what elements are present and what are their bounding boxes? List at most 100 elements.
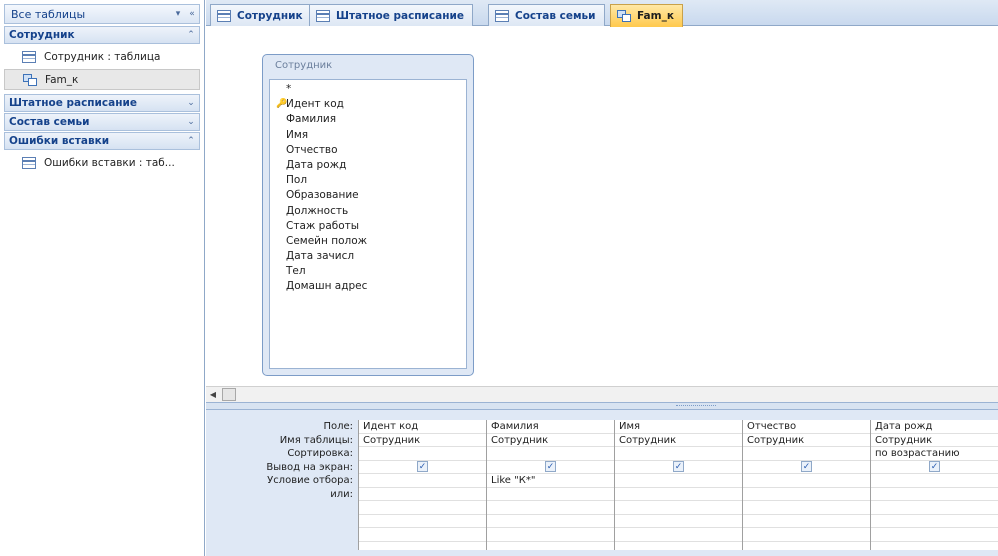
- dropdown-icon[interactable]: ▾: [171, 9, 185, 19]
- grid-column[interactable]: Дата рожд Сотрудник по возрастанию ✓: [871, 420, 998, 550]
- grid-cell-empty[interactable]: [359, 528, 486, 542]
- splitter-grip[interactable]: [676, 405, 716, 407]
- show-checkbox[interactable]: ✓: [929, 461, 940, 472]
- grid-column[interactable]: Идент код Сотрудник ✓: [359, 420, 487, 550]
- field-item-all[interactable]: *: [286, 82, 466, 97]
- grid-cell-empty[interactable]: [871, 501, 998, 515]
- grid-cell-criteria[interactable]: [359, 474, 486, 488]
- query-design-grid-area: Поле: Имя таблицы: Сортировка: Вывод на …: [206, 410, 998, 556]
- row-label-show: Вывод на экран:: [266, 461, 353, 473]
- grid-cell-sort[interactable]: [359, 447, 486, 461]
- grid-cell-empty[interactable]: [487, 501, 614, 515]
- grid-cell-empty[interactable]: [743, 515, 870, 528]
- field-item[interactable]: Образование: [286, 188, 466, 203]
- field-item[interactable]: Семейн полож: [286, 234, 466, 249]
- tab-fam-k[interactable]: Fam_к: [610, 4, 683, 27]
- tab-sostav-semi[interactable]: Состав семьи: [488, 4, 605, 26]
- grid-cell-sort[interactable]: по возрастанию: [871, 447, 998, 461]
- grid-cell-field[interactable]: Отчество: [743, 420, 870, 434]
- document-tab-bar: Сотрудник Штатное расписание Состав семь…: [206, 0, 998, 27]
- grid-cell-table[interactable]: Сотрудник: [743, 434, 870, 447]
- grid-cell-field[interactable]: Идент код: [359, 420, 486, 434]
- grid-cell-empty[interactable]: [359, 501, 486, 515]
- grid-cell-or[interactable]: [871, 488, 998, 501]
- grid-cell-empty[interactable]: [743, 501, 870, 515]
- grid-cell-empty[interactable]: [615, 528, 742, 542]
- grid-cell-or[interactable]: [615, 488, 742, 501]
- grid-row-labels: Поле: Имя таблицы: Сортировка: Вывод на …: [206, 420, 356, 501]
- grid-cell-empty[interactable]: [487, 515, 614, 528]
- grid-cell-empty[interactable]: [487, 528, 614, 542]
- grid-cell-sort[interactable]: [743, 447, 870, 461]
- field-item-ident-kod[interactable]: 🔑 Идент код: [276, 97, 466, 112]
- field-list-sotrudnik[interactable]: Сотрудник * 🔑 Идент код Фамилия Имя Отчес…: [262, 54, 474, 376]
- grid-cell-show[interactable]: ✓: [871, 461, 998, 474]
- scroll-left-icon[interactable]: ◀: [206, 388, 220, 402]
- field-item[interactable]: Стаж работы: [286, 219, 466, 234]
- nav-pane-header[interactable]: Все таблицы ▾ «: [4, 4, 200, 24]
- grid-cell-criteria[interactable]: [615, 474, 742, 488]
- grid-cell-show[interactable]: ✓: [359, 461, 486, 474]
- grid-cell-field[interactable]: Фамилия: [487, 420, 614, 434]
- grid-cell-show[interactable]: ✓: [615, 461, 742, 474]
- field-item[interactable]: Отчество: [286, 143, 466, 158]
- field-item[interactable]: Тел: [286, 264, 466, 279]
- nav-group-oshibki-vstavki[interactable]: Ошибки вставки ⌃: [4, 132, 200, 150]
- field-item[interactable]: Имя: [286, 128, 466, 143]
- grid-cell-sort[interactable]: [487, 447, 614, 461]
- pane-splitter[interactable]: [206, 402, 998, 410]
- field-item[interactable]: Дата зачисл: [286, 249, 466, 264]
- field-item[interactable]: Фамилия: [286, 112, 466, 127]
- grid-column[interactable]: Отчество Сотрудник ✓: [743, 420, 871, 550]
- scroll-thumb[interactable]: [222, 388, 236, 401]
- query-icon: [23, 73, 37, 86]
- grid-cell-criteria[interactable]: Like "К*": [487, 474, 614, 488]
- tab-shtatnoe-raspisanie[interactable]: Штатное расписание: [309, 4, 473, 26]
- grid-column[interactable]: Имя Сотрудник ✓: [615, 420, 743, 550]
- field-item[interactable]: Домашн адрес: [286, 279, 466, 294]
- collapse-pane-icon[interactable]: «: [185, 9, 199, 19]
- nav-item-sotrudnik-table[interactable]: Сотрудник : таблица: [4, 46, 200, 67]
- grid-cell-or[interactable]: [743, 488, 870, 501]
- grid-cell-show[interactable]: ✓: [743, 461, 870, 474]
- nav-group-sostav-semi[interactable]: Состав семьи ⌄: [4, 113, 200, 131]
- tab-label: Fam_к: [637, 10, 674, 22]
- grid-cell-criteria[interactable]: [743, 474, 870, 488]
- nav-group-shtatnoe-raspisanie[interactable]: Штатное расписание ⌄: [4, 94, 200, 112]
- grid-cell-table[interactable]: Сотрудник: [487, 434, 614, 447]
- grid-cell-field[interactable]: Дата рожд: [871, 420, 998, 434]
- nav-item-fam-k-query[interactable]: Fam_к: [4, 69, 200, 90]
- grid-cell-field[interactable]: Имя: [615, 420, 742, 434]
- nav-group-sotrudnik[interactable]: Сотрудник ⌃: [4, 26, 200, 44]
- nav-group-label: Сотрудник: [9, 29, 75, 41]
- grid-cell-empty[interactable]: [871, 528, 998, 542]
- grid-cell-or[interactable]: [359, 488, 486, 501]
- nav-item-label: Fam_к: [45, 73, 79, 86]
- field-item[interactable]: Пол: [286, 173, 466, 188]
- grid-cell-empty[interactable]: [359, 515, 486, 528]
- grid-cell-table[interactable]: Сотрудник: [359, 434, 486, 447]
- table-icon: [495, 9, 509, 22]
- field-list-body: * 🔑 Идент код Фамилия Имя Отчество Дата р…: [269, 79, 467, 369]
- field-item[interactable]: Должность: [286, 204, 466, 219]
- grid-cell-empty[interactable]: [871, 515, 998, 528]
- horizontal-scrollbar[interactable]: ◀: [206, 386, 998, 402]
- nav-item-oshibki-vstavki-table[interactable]: Ошибки вставки : таб...: [4, 152, 200, 173]
- grid-cell-table[interactable]: Сотрудник: [871, 434, 998, 447]
- show-checkbox[interactable]: ✓: [673, 461, 684, 472]
- grid-cell-empty[interactable]: [615, 501, 742, 515]
- grid-cell-empty[interactable]: [615, 515, 742, 528]
- grid-cell-sort[interactable]: [615, 447, 742, 461]
- show-checkbox[interactable]: ✓: [801, 461, 812, 472]
- show-checkbox[interactable]: ✓: [545, 461, 556, 472]
- grid-cell-table[interactable]: Сотрудник: [615, 434, 742, 447]
- grid-cell-empty[interactable]: [743, 528, 870, 542]
- grid-cell-show[interactable]: ✓: [487, 461, 614, 474]
- tab-sotrudnik[interactable]: Сотрудник: [210, 4, 312, 26]
- grid-column[interactable]: Фамилия Сотрудник ✓ Like "К*": [487, 420, 615, 550]
- show-checkbox[interactable]: ✓: [417, 461, 428, 472]
- grid-cell-or[interactable]: [487, 488, 614, 501]
- field-list-caption: Сотрудник: [275, 60, 333, 71]
- field-item[interactable]: Дата рожд: [286, 158, 466, 173]
- grid-cell-criteria[interactable]: [871, 474, 998, 488]
